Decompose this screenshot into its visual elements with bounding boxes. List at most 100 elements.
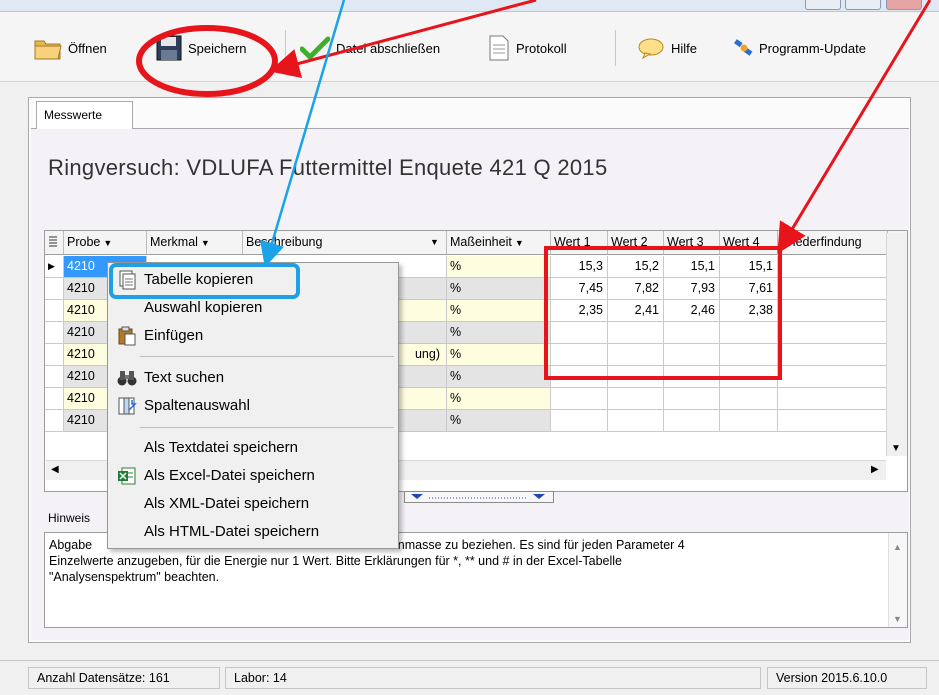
menu-item-column-selection[interactable]: Spaltenauswahl: [111, 393, 395, 419]
scroll-up-icon[interactable]: ▲: [893, 539, 902, 555]
recovery-cell[interactable]: [778, 322, 888, 344]
menu-item-save-text[interactable]: Als Textdatei speichern: [111, 435, 395, 461]
unit-cell[interactable]: %: [447, 278, 551, 300]
unit-cell[interactable]: %: [447, 322, 551, 344]
unit-cell[interactable]: %: [447, 344, 551, 366]
menu-item-save-html[interactable]: Als HTML-Datei speichern: [111, 519, 395, 545]
value-cell[interactable]: 7,93: [664, 278, 720, 300]
scroll-down-icon[interactable]: ▼: [893, 611, 902, 627]
maximize-button[interactable]: [845, 0, 881, 10]
value-cell[interactable]: [720, 366, 778, 388]
filter-dropdown-icon[interactable]: ▼: [430, 237, 439, 247]
value-cell[interactable]: 15,1: [664, 256, 720, 278]
unit-cell[interactable]: %: [447, 366, 551, 388]
menu-item-paste[interactable]: Einfügen: [111, 323, 395, 349]
record-count: Anzahl Datensätze: 161: [28, 667, 220, 689]
value-cell[interactable]: [664, 344, 720, 366]
splitter-handle[interactable]: [404, 491, 554, 503]
unit-cell[interactable]: %: [447, 410, 551, 432]
tab-messwerte[interactable]: Messwerte: [36, 101, 133, 129]
scroll-left-icon[interactable]: ◀: [51, 464, 59, 475]
value-cell[interactable]: [551, 366, 608, 388]
value-cell[interactable]: [608, 388, 664, 410]
recovery-cell[interactable]: [778, 410, 888, 432]
value-cell[interactable]: 2,41: [608, 300, 664, 322]
minimize-button[interactable]: [805, 0, 841, 10]
help-button[interactable]: Hilfe: [637, 28, 697, 68]
hint-text-start: Abgabe: [49, 538, 93, 552]
value-cell[interactable]: 2,46: [664, 300, 720, 322]
value-cell[interactable]: [608, 344, 664, 366]
value-cell[interactable]: 7,61: [720, 278, 778, 300]
column-header-masseinheit[interactable]: Maßeinheit ▼: [447, 231, 551, 255]
filter-dropdown-icon[interactable]: ▼: [201, 238, 210, 248]
column-header-wert-2[interactable]: Wert 2: [608, 231, 664, 255]
scroll-right-icon[interactable]: ▶: [871, 464, 879, 475]
filter-dropdown-icon[interactable]: ▼: [103, 238, 112, 248]
value-cell[interactable]: [720, 322, 778, 344]
close-file-button[interactable]: Datei abschließen: [300, 28, 440, 68]
menu-item-copy-table[interactable]: Tabelle kopieren: [111, 267, 395, 293]
toolbar-separator: [615, 30, 616, 66]
value-cell[interactable]: 15,2: [608, 256, 664, 278]
unit-cell[interactable]: %: [447, 388, 551, 410]
recovery-cell[interactable]: [778, 256, 888, 278]
close-window-button[interactable]: [886, 0, 922, 10]
value-cell[interactable]: [608, 366, 664, 388]
recovery-cell[interactable]: [778, 278, 888, 300]
column-header-beschreibung[interactable]: Beschreibung ▼: [243, 231, 447, 255]
value-cell[interactable]: [720, 388, 778, 410]
unit-cell[interactable]: %: [447, 300, 551, 322]
column-header-label: Beschreibung: [246, 235, 323, 249]
grid-menu-icon[interactable]: [45, 231, 64, 255]
value-cell[interactable]: [551, 410, 608, 432]
recovery-cell[interactable]: [778, 300, 888, 322]
value-cell[interactable]: 7,82: [608, 278, 664, 300]
open-button[interactable]: Öffnen: [34, 28, 107, 68]
protocol-label: Protokoll: [516, 40, 567, 56]
menu-item-save-excel[interactable]: Als Excel-Datei speichern: [111, 463, 395, 489]
column-header-wert-1[interactable]: Wert 1: [551, 231, 608, 255]
hints-scrollbar[interactable]: ▲ ▼: [888, 533, 907, 627]
value-cell[interactable]: [608, 322, 664, 344]
value-cell[interactable]: 2,35: [551, 300, 608, 322]
program-update-button[interactable]: Programm-Update: [733, 28, 866, 68]
scroll-down-icon[interactable]: ▼: [891, 443, 901, 454]
value-cell[interactable]: 15,1: [720, 256, 778, 278]
value-cell[interactable]: [608, 410, 664, 432]
save-button[interactable]: Speichern: [156, 28, 247, 68]
row-header: [45, 278, 64, 300]
value-cell[interactable]: [664, 366, 720, 388]
value-cell[interactable]: [720, 344, 778, 366]
value-cell[interactable]: [664, 410, 720, 432]
value-cell[interactable]: 15,3: [551, 256, 608, 278]
unit-cell[interactable]: %: [447, 256, 551, 278]
row-pointer-icon: ▶: [45, 256, 64, 278]
value-cell[interactable]: [551, 344, 608, 366]
row-header: [45, 366, 64, 388]
column-header-merkmal[interactable]: Merkmal ▼: [147, 231, 243, 255]
filter-dropdown-icon[interactable]: ▼: [515, 238, 524, 248]
value-cell[interactable]: [720, 410, 778, 432]
recovery-cell[interactable]: [778, 388, 888, 410]
value-cell[interactable]: [664, 388, 720, 410]
open-label: Öffnen: [68, 40, 107, 56]
column-header-probe[interactable]: Probe ▼: [64, 231, 147, 255]
menu-item-label: Als XML-Datei speichern: [144, 495, 310, 512]
value-cell[interactable]: [551, 388, 608, 410]
menu-item-search-text[interactable]: Text suchen: [111, 365, 395, 391]
menu-item-label: Einfügen: [144, 327, 204, 344]
menu-item-copy-selection[interactable]: Auswahl kopieren: [111, 295, 395, 321]
protocol-button[interactable]: Protokoll: [488, 28, 567, 68]
menu-item-save-xml[interactable]: Als XML-Datei speichern: [111, 491, 395, 517]
value-cell[interactable]: 7,45: [551, 278, 608, 300]
value-cell[interactable]: 2,38: [720, 300, 778, 322]
column-header-wert-3[interactable]: Wert 3: [664, 231, 720, 255]
recovery-cell[interactable]: [778, 344, 888, 366]
value-cell[interactable]: [551, 322, 608, 344]
column-header-wert-4[interactable]: Wert 4: [720, 231, 778, 255]
value-cell[interactable]: [664, 322, 720, 344]
vertical-scrollbar[interactable]: ▼: [886, 233, 907, 456]
recovery-cell[interactable]: [778, 366, 888, 388]
column-header-wiederfindung[interactable]: Wiederfindung: [778, 231, 888, 255]
